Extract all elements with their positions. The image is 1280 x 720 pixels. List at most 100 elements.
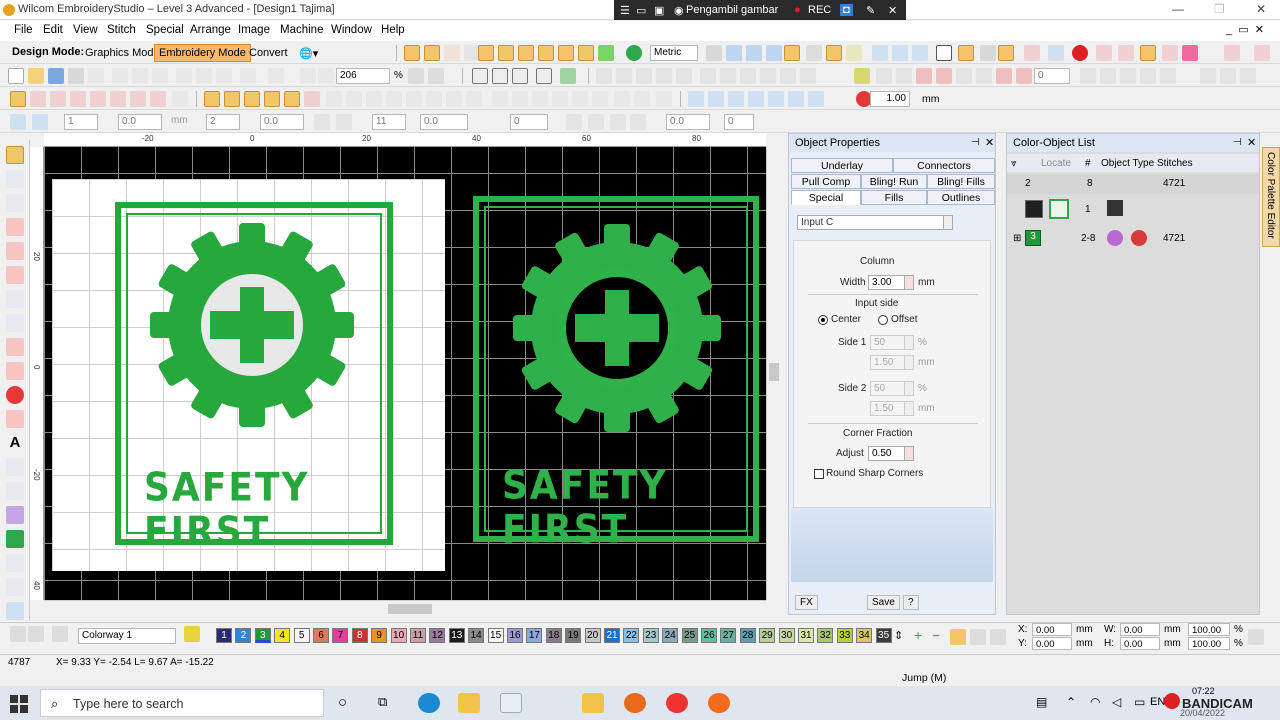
design-canvas[interactable]: SAFETY FIRST SAFETY FIRST xyxy=(44,147,766,600)
list-row[interactable]: 2 8 4721 xyxy=(1007,174,1259,194)
help-button[interactable]: ? xyxy=(903,595,919,610)
fill-tool-icon[interactable] xyxy=(6,290,24,308)
first-stitch-icon[interactable] xyxy=(1080,68,1096,84)
menu-file[interactable]: File xyxy=(14,24,33,36)
stitch-player-icon[interactable] xyxy=(846,45,862,61)
language-indicator[interactable]: EN xyxy=(1150,696,1165,708)
list-row[interactable]: ⊞ 3 2-8 4721 xyxy=(1007,228,1259,250)
rotate-icon[interactable] xyxy=(32,114,48,130)
mirror-icon[interactable] xyxy=(566,114,582,130)
monogram-tool-icon[interactable] xyxy=(6,482,24,500)
wave-tool-icon[interactable] xyxy=(6,242,24,260)
menu-help[interactable]: Help xyxy=(381,24,405,36)
branch-icon[interactable] xyxy=(1162,45,1178,61)
h-input[interactable]: 0.00 xyxy=(1120,637,1160,650)
applique-icon[interactable] xyxy=(492,91,508,107)
expand-icon[interactable]: ⊞ xyxy=(1013,233,1021,244)
backtrack-icon[interactable] xyxy=(326,91,342,107)
locate-header[interactable]: Locate xyxy=(1041,158,1071,169)
camera-icon[interactable]: ◉ xyxy=(674,4,684,17)
pull-comp-icon[interactable] xyxy=(808,91,824,107)
side1-mm-input[interactable]: 1.50 xyxy=(870,355,906,370)
zoom-input[interactable]: 206 xyxy=(336,68,390,84)
align-right-icon[interactable] xyxy=(740,68,756,84)
colorbar-tool-icon[interactable] xyxy=(10,626,26,642)
frame-icon[interactable] xyxy=(578,45,594,61)
lettering-tool-icon[interactable]: A xyxy=(6,434,24,452)
thread-swatch[interactable]: 2 xyxy=(235,628,252,643)
horizontal-scrollbar[interactable] xyxy=(44,600,766,616)
cross-stitch-icon[interactable] xyxy=(130,91,146,107)
network-icon[interactable] xyxy=(1048,45,1064,61)
angle-field[interactable]: 0.0 xyxy=(420,114,468,130)
convert-button[interactable]: Convert xyxy=(244,44,293,62)
window-icon[interactable]: ▭ xyxy=(636,4,646,17)
thread-swatch[interactable]: 18 xyxy=(545,628,562,643)
prev-stitch-icon[interactable] xyxy=(1100,68,1116,84)
circle-tool-icon[interactable] xyxy=(6,386,24,404)
menu-window[interactable]: Window xyxy=(331,24,372,36)
tie-icon[interactable] xyxy=(976,68,992,84)
scroll-swatch-icon[interactable]: ⇕ xyxy=(894,629,903,642)
align-icon[interactable] xyxy=(892,45,908,61)
offset-field[interactable]: 0 xyxy=(510,114,548,130)
thread-swatch[interactable]: 28 xyxy=(739,628,756,643)
elements-icon[interactable] xyxy=(572,91,588,107)
flip-icon[interactable] xyxy=(588,114,604,130)
thread-swatch[interactable]: 1 xyxy=(216,628,232,643)
grid-view-icon[interactable] xyxy=(512,68,528,84)
graphics-mode-button[interactable]: Graphics Mode xyxy=(80,44,165,62)
tray-icon[interactable]: ⌃ xyxy=(1066,695,1076,709)
network-tray-icon[interactable]: ◠ xyxy=(1090,695,1100,709)
rotate-field[interactable]: 1 xyxy=(64,114,98,130)
menu-edit[interactable]: Edit xyxy=(43,24,63,36)
link-icon[interactable] xyxy=(1096,45,1112,61)
battery-icon[interactable]: ▭ xyxy=(1134,695,1145,709)
h-pct-input[interactable]: 100.00 xyxy=(1188,637,1230,650)
thread-swatch[interactable]: 15 xyxy=(487,628,504,643)
vertical-scrollbar[interactable] xyxy=(766,147,780,600)
weld-icon[interactable] xyxy=(446,91,462,107)
offset-icon[interactable] xyxy=(386,91,402,107)
screenshot-icon[interactable]: ▣ xyxy=(654,4,664,17)
edit-icon[interactable] xyxy=(6,218,24,236)
filter-icon[interactable]: ⩔ xyxy=(1011,158,1017,169)
tab-fills[interactable]: Fills xyxy=(861,190,927,205)
copy-icon[interactable] xyxy=(132,68,148,84)
undo-icon[interactable] xyxy=(240,68,256,84)
cortana-icon[interactable]: ○ xyxy=(338,694,347,711)
stitch-type-icon[interactable] xyxy=(498,45,514,61)
embroidery-app-icon[interactable] xyxy=(708,693,730,713)
screen-recorder-bar[interactable]: ☰ ▭ ▣ ◉ Pengambil gambar ● REC ◘ ✎ ✕ xyxy=(614,0,906,20)
shape-ellipse-icon[interactable] xyxy=(444,45,460,61)
taskbar-search[interactable]: ⌕ Type here to search xyxy=(40,689,324,717)
thread-swatch[interactable]: 19 xyxy=(565,628,582,643)
pointer-icon[interactable] xyxy=(478,45,494,61)
thread-chart-icon[interactable] xyxy=(950,629,966,645)
effects-icon[interactable] xyxy=(172,91,188,107)
show-hoop-icon[interactable] xyxy=(560,68,576,84)
thread-swatch[interactable]: 35 xyxy=(875,628,892,643)
input-method-select[interactable]: Input C xyxy=(797,215,953,230)
thread-swatch[interactable]: 32 xyxy=(817,628,834,643)
w-pct-input[interactable]: 100.00 xyxy=(1188,623,1230,636)
reshape-icon[interactable] xyxy=(616,68,632,84)
menu-arrange[interactable]: Arrange xyxy=(190,24,231,36)
pen-icon[interactable]: ✎ xyxy=(866,4,875,17)
run-icon[interactable] xyxy=(304,91,320,107)
windows-start-icon[interactable] xyxy=(10,695,28,713)
tab-special[interactable]: Special xyxy=(791,190,861,205)
close-panel-icon[interactable]: ✕ xyxy=(985,136,994,149)
add-color-icon[interactable]: + xyxy=(914,627,922,643)
tab-connectors[interactable]: Connectors xyxy=(893,158,995,173)
chain-icon[interactable] xyxy=(592,91,608,107)
tool-icon[interactable] xyxy=(706,45,722,61)
arc-icon[interactable] xyxy=(610,114,626,130)
needle-view-icon[interactable] xyxy=(536,68,552,84)
shape-arc-icon[interactable] xyxy=(424,45,440,61)
align-center-icon[interactable] xyxy=(720,68,736,84)
view-icon[interactable] xyxy=(806,45,822,61)
mirror-h-icon[interactable] xyxy=(854,68,870,84)
thread-swatch[interactable]: 21 xyxy=(604,628,620,643)
clone-icon[interactable] xyxy=(176,68,192,84)
